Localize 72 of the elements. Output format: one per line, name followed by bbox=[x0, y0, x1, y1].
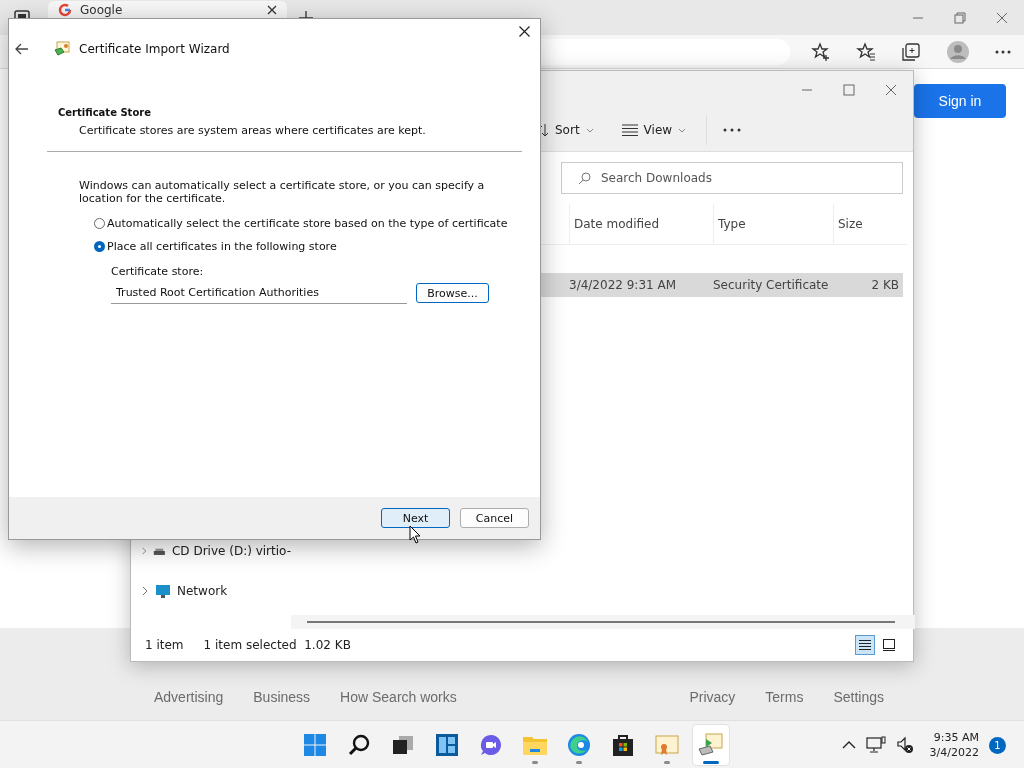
cancel-button[interactable]: Cancel bbox=[460, 508, 529, 528]
close-icon[interactable] bbox=[267, 4, 277, 15]
google-logo-icon bbox=[58, 2, 72, 17]
edge-browser-icon[interactable] bbox=[567, 733, 591, 757]
running-indicator bbox=[532, 761, 538, 764]
add-favorite-icon[interactable] bbox=[811, 41, 831, 62]
radio-button[interactable] bbox=[94, 218, 105, 229]
network-icon[interactable] bbox=[865, 736, 886, 754]
favorites-icon[interactable] bbox=[856, 41, 876, 62]
certificate-wizard-icon[interactable] bbox=[698, 733, 724, 757]
back-arrow-icon[interactable] bbox=[15, 43, 29, 55]
radio-label[interactable]: Place all certificates in the following store bbox=[107, 240, 337, 253]
chevron-down-icon bbox=[585, 127, 594, 133]
nav-tree-item[interactable]: CD Drive (D:) virtio- bbox=[131, 543, 291, 559]
maximize-icon[interactable] bbox=[843, 84, 855, 96]
item-count: 1 item bbox=[145, 638, 184, 652]
chevron-up-icon[interactable] bbox=[841, 741, 856, 749]
network-icon bbox=[155, 583, 171, 599]
radio-label[interactable]: Automatically select the certificate store based on the type of certificate bbox=[107, 217, 508, 230]
widgets-icon[interactable] bbox=[435, 733, 459, 757]
windows-start-icon[interactable] bbox=[303, 733, 327, 757]
footer-link[interactable]: Advertising bbox=[154, 689, 224, 705]
column-header[interactable]: Size bbox=[833, 204, 903, 244]
dialog-title: Certificate Import Wizard bbox=[79, 42, 230, 56]
list-icon bbox=[859, 639, 871, 651]
volume-muted-icon[interactable] bbox=[895, 736, 914, 754]
running-indicator bbox=[576, 761, 582, 764]
section-heading: Certificate Store bbox=[58, 107, 152, 118]
footer-link[interactable]: Terms bbox=[765, 689, 804, 705]
chevron-right-icon[interactable] bbox=[141, 586, 149, 596]
browse-button[interactable]: Browse... bbox=[416, 283, 489, 303]
task-view-icon[interactable] bbox=[391, 733, 415, 757]
footer-link[interactable]: Settings bbox=[833, 689, 884, 705]
more-icon[interactable] bbox=[995, 49, 1011, 54]
lines-icon bbox=[621, 124, 638, 136]
selection-info: 1 item selected 1.02 KB bbox=[203, 638, 351, 652]
clock[interactable]: 9:35 AM 3/4/2022 bbox=[929, 731, 979, 759]
footer-link[interactable]: Business bbox=[253, 689, 311, 705]
footer-link[interactable]: How Search works bbox=[340, 689, 457, 705]
running-indicator bbox=[664, 761, 670, 764]
search-field[interactable]: Search Downloads bbox=[561, 162, 903, 194]
chevron-down-icon bbox=[678, 127, 687, 133]
store-bag-icon[interactable] bbox=[611, 733, 635, 757]
next-button[interactable]: Next bbox=[381, 508, 450, 528]
browser-tab[interactable]: Google bbox=[48, 1, 287, 18]
radio-button[interactable] bbox=[94, 241, 105, 252]
certificate-wizard-icon bbox=[54, 41, 70, 57]
tile-icon bbox=[883, 639, 895, 651]
column-header[interactable]: Date modified bbox=[569, 204, 713, 244]
nav-tree-item[interactable]: Network bbox=[131, 583, 291, 599]
date-text: 3/4/2022 bbox=[929, 746, 979, 759]
chat-icon[interactable] bbox=[479, 733, 503, 757]
collections-icon[interactable] bbox=[901, 41, 921, 62]
view-button[interactable]: View bbox=[613, 119, 695, 141]
section-subheading: Certificate stores are system areas where certificates are kept. bbox=[79, 124, 427, 137]
details-view-button[interactable] bbox=[855, 635, 875, 655]
close-icon[interactable] bbox=[519, 26, 530, 37]
search-icon[interactable] bbox=[347, 733, 371, 757]
more-icon[interactable] bbox=[723, 128, 742, 132]
notification-badge[interactable]: 1 bbox=[989, 736, 1006, 754]
scrollbar-thumb[interactable] bbox=[307, 621, 895, 623]
footer-link[interactable]: Privacy bbox=[689, 689, 736, 705]
profile-avatar-icon[interactable] bbox=[946, 39, 970, 64]
certificate-icon[interactable] bbox=[655, 733, 679, 757]
field-label: Certificate store: bbox=[111, 265, 205, 278]
sign-in-button[interactable]: Sign in bbox=[914, 84, 1006, 118]
search-icon bbox=[578, 171, 591, 185]
running-indicator bbox=[703, 761, 719, 764]
description-text: Windows can automatically select a certificate store, or you can specify a location for the certificate. bbox=[79, 179, 486, 205]
time-text: 9:35 AM bbox=[933, 731, 979, 744]
restore-icon[interactable] bbox=[954, 11, 966, 24]
column-header[interactable]: Type bbox=[713, 204, 833, 244]
